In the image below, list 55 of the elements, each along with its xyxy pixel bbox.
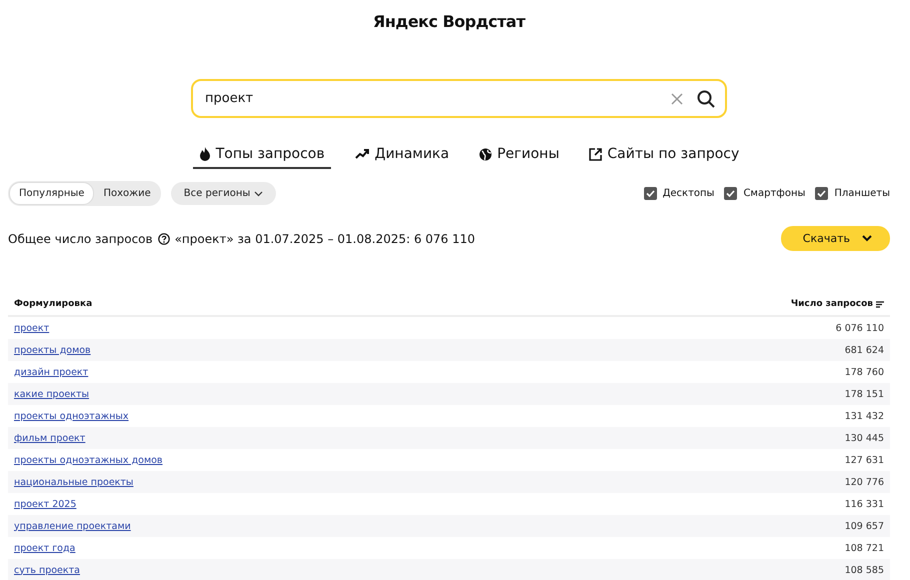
- search-icon[interactable]: [697, 90, 715, 108]
- count-cell: 108 585: [844, 564, 884, 576]
- checkbox[interactable]: [815, 187, 828, 200]
- count-cell: 109 657: [844, 520, 884, 532]
- phrase-link[interactable]: проекты одноэтажных домов: [14, 454, 163, 466]
- mode-toggle[interactable]: Похожие: [94, 182, 160, 205]
- caret-icon: [862, 235, 872, 242]
- download-button[interactable]: Скачать: [780, 226, 890, 251]
- search-input[interactable]: проект: [203, 90, 671, 107]
- phrase-link[interactable]: суть проекта: [14, 564, 80, 576]
- flame-icon: [198, 147, 211, 161]
- count-cell: 131 432: [844, 410, 884, 422]
- count-cell: 6 076 110: [836, 322, 884, 334]
- checkbox[interactable]: [724, 187, 738, 200]
- count-cell: 127 631: [844, 454, 884, 466]
- count-cell: 108 721: [844, 542, 884, 554]
- help-icon[interactable]: [158, 232, 170, 244]
- phrase-link[interactable]: проект: [14, 322, 50, 334]
- mode-toggle[interactable]: Популярные: [9, 182, 94, 205]
- count-cell: 178 151: [844, 388, 884, 400]
- caret-icon: [254, 190, 264, 196]
- trend-icon: [354, 148, 370, 160]
- phrase-link[interactable]: проект 2025: [14, 498, 76, 510]
- phrase-link[interactable]: проекты домов: [14, 344, 91, 356]
- checkbox-label: Десктопы: [662, 188, 714, 199]
- close-icon[interactable]: [671, 92, 683, 104]
- region-dropdown[interactable]: Все регионы: [170, 182, 276, 205]
- count-cell: 178 760: [844, 366, 884, 378]
- external-link-icon: [589, 148, 602, 160]
- column-header: Формулировка: [14, 299, 92, 309]
- count-cell: 681 624: [844, 344, 884, 356]
- summary-label: Общее число запросов: [8, 232, 153, 246]
- globe-icon: [479, 148, 492, 160]
- checkbox-label: Смартфоны: [743, 188, 806, 199]
- page-title: Яндекс Вордстат: [372, 11, 526, 33]
- summary-text: «проект» за 01.07.2025 – 01.08.2025: 6 076 110: [174, 232, 476, 246]
- phrase-link[interactable]: управление проектами: [14, 520, 131, 532]
- checkbox-label: Планшеты: [834, 188, 890, 199]
- tab[interactable]: Сайты по запросу: [583, 144, 746, 169]
- count-cell: 116 331: [844, 498, 884, 510]
- phrase-link[interactable]: дизайн проект: [14, 366, 88, 378]
- phrase-link[interactable]: проекты одноэтажных: [14, 410, 129, 422]
- phrase-link[interactable]: национальные проекты: [14, 476, 134, 488]
- tab[interactable]: Топы запросов: [192, 144, 331, 169]
- count-cell: 130 445: [844, 432, 884, 444]
- tab[interactable]: Регионы: [473, 144, 566, 169]
- checkbox[interactable]: [644, 187, 657, 200]
- tab[interactable]: Динамика: [348, 144, 456, 169]
- count-cell: 120 776: [844, 476, 884, 488]
- sort-icon[interactable]: [876, 300, 884, 308]
- column-header[interactable]: Число запросов: [790, 299, 873, 309]
- phrase-link[interactable]: какие проекты: [14, 388, 90, 400]
- search-field[interactable]: проект: [191, 79, 727, 118]
- phrase-link[interactable]: фильм проект: [14, 432, 86, 444]
- phrase-link[interactable]: проект года: [14, 542, 76, 554]
